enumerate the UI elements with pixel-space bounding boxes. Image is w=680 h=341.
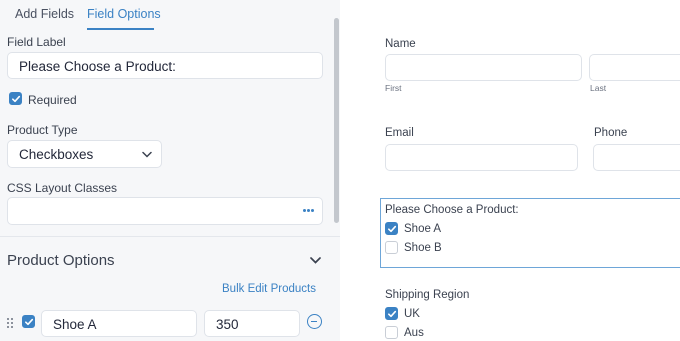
product-question-label: Please Choose a Product: [385,204,519,216]
product-type-select[interactable]: Checkboxes [7,140,162,168]
chevron-down-icon [142,151,152,158]
region-uk-label: UK [404,308,420,320]
product-option-name: Shoe A [53,317,97,332]
product-shoe-b-label: Shoe B [404,242,442,254]
name-label: Name [385,38,416,50]
last-name-input[interactable] [589,54,680,81]
field-options-panel: Add Fields Field Options Field Label Ple… [0,0,340,341]
product-option-checkbox[interactable] [22,315,35,328]
required-label: Required [28,93,77,107]
product-shoe-a-checkbox[interactable] [385,222,398,235]
product-shoe-b-checkbox[interactable] [385,241,398,254]
checkmark-icon [388,310,397,318]
product-type-heading: Product Type [7,123,78,137]
active-tab-indicator [87,28,154,30]
checkmark-icon [25,318,34,326]
tab-field-options[interactable]: Field Options [87,7,161,21]
phone-label: Phone [594,127,628,139]
region-aus-label: Aus [404,327,424,339]
tab-bar: Add Fields Field Options [0,0,340,30]
collapse-chevron-icon[interactable] [310,257,321,264]
email-input[interactable] [385,144,578,171]
bulk-edit-products-link[interactable]: Bulk Edit Products [222,283,316,295]
shipping-region-label: Shipping Region [385,289,470,301]
first-name-input[interactable] [385,54,582,81]
css-classes-heading: CSS Layout Classes [7,181,118,195]
checkmark-icon [388,225,397,233]
first-sublabel: First [385,83,402,93]
product-type-value: Checkboxes [19,147,94,162]
product-option-name-input[interactable]: Shoe A [41,310,197,337]
last-sublabel: Last [590,83,607,93]
tab-add-fields[interactable]: Add Fields [15,7,74,21]
region-aus-checkbox[interactable] [385,326,398,339]
product-option-price: 350 [216,317,239,332]
product-options-title: Product Options [7,252,115,269]
product-shoe-a-label: Shoe A [404,223,442,235]
field-label-heading: Field Label [7,35,66,49]
phone-input[interactable] [593,144,680,171]
section-divider [0,236,340,237]
css-classes-input[interactable] [7,197,323,225]
email-label: Email [385,127,414,139]
remove-option-icon[interactable] [307,314,322,329]
product-option-price-input[interactable]: 350 [204,310,300,337]
field-label-input[interactable]: Please Choose a Product: [7,52,323,79]
scrollbar[interactable] [334,18,339,223]
checkmark-icon [12,95,21,103]
field-label-value: Please Choose a Product: [19,59,176,74]
region-uk-checkbox[interactable] [385,307,398,320]
drag-handle-icon[interactable] [7,318,15,329]
required-checkbox[interactable] [9,92,22,105]
